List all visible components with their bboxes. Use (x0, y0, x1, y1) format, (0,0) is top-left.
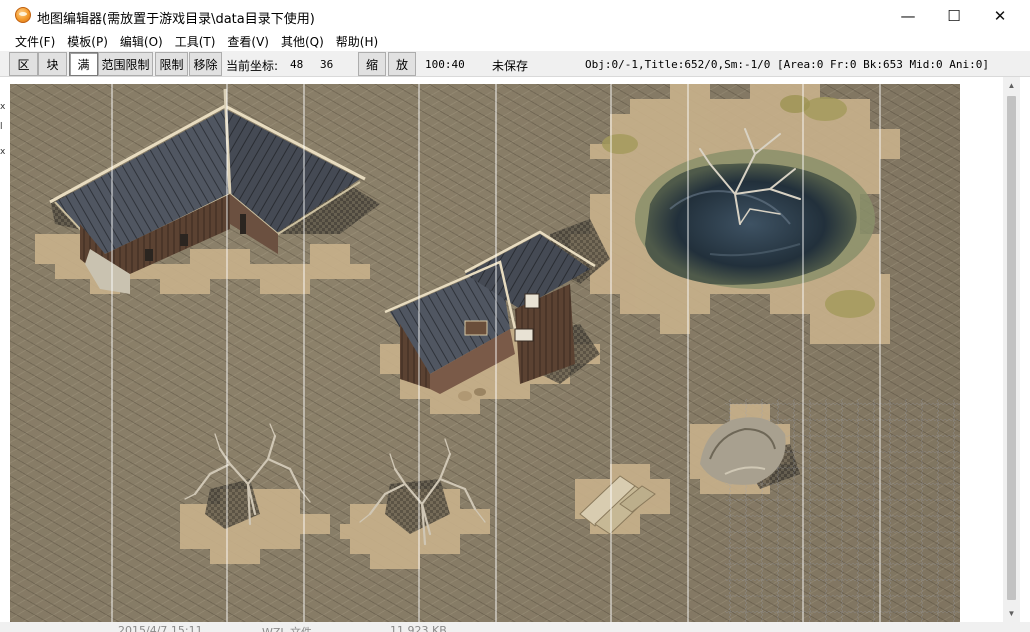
toolbar: 区 块 满 范围限制 限制 移除 当前坐标: 48 36 缩 放 100:40 … (0, 51, 1030, 77)
file-date: 2015/4/7 15:11 (118, 624, 203, 632)
minimize-button[interactable]: — (885, 0, 931, 31)
menu-edit[interactable]: 编辑(O) (114, 31, 169, 51)
coordinate-x: 48 (290, 58, 304, 71)
map-editor-app-icon (15, 7, 31, 23)
maximize-button[interactable]: ☐ (931, 0, 977, 31)
menu-file[interactable]: 文件(F) (9, 31, 61, 51)
scroll-up-arrow-icon[interactable]: ▲ (1003, 77, 1020, 94)
close-button[interactable]: ✕ (977, 0, 1023, 31)
full-button[interactable]: 满 (69, 52, 98, 76)
edge-glyph: x (0, 147, 6, 157)
edge-glyph: l (0, 122, 3, 132)
area-button[interactable]: 区 (9, 52, 38, 76)
file-size: 11,923 KB (390, 624, 447, 632)
range-limit-button[interactable]: 范围限制 (98, 52, 153, 76)
menu-help[interactable]: 帮助(H) (330, 31, 384, 51)
menu-other[interactable]: 其他(Q) (275, 31, 330, 51)
menu-bar: 文件(F) 模板(P) 编辑(O) 工具(T) 查看(V) 其他(Q) 帮助(H… (0, 31, 1030, 51)
map-size-readout: 100:40 (425, 58, 465, 71)
object-info: Obj:0/-1,Title:652/0,Sm:-1/0 [Area:0 Fr:… (585, 58, 989, 71)
vertical-scrollbar[interactable]: ▲ ▼ (1003, 77, 1020, 622)
block-button[interactable]: 块 (38, 52, 67, 76)
map-scene (35, 84, 960, 622)
menu-view[interactable]: 查看(V) (221, 31, 275, 51)
zoom-in-button[interactable]: 放 (388, 52, 416, 76)
coordinate-label: 当前坐标: (226, 59, 279, 73)
window-title: 地图编辑器(需放置于游戏目录\data目录下使用) (37, 12, 315, 27)
menu-template[interactable]: 模板(P) (61, 31, 114, 51)
title-bar: 地图编辑器(需放置于游戏目录\data目录下使用) — ☐ ✕ (0, 0, 1030, 31)
menu-tools[interactable]: 工具(T) (169, 31, 222, 51)
limit-button[interactable]: 限制 (155, 52, 188, 76)
file-type: WZL 文件 (262, 624, 312, 632)
remove-button[interactable]: 移除 (189, 52, 222, 76)
scroll-down-arrow-icon[interactable]: ▼ (1003, 605, 1020, 622)
background-window-peek: 2015/4/7 15:11 WZL 文件 11,923 KB (0, 622, 1030, 632)
map-right-margin (960, 77, 1003, 622)
edge-glyph: x (0, 102, 6, 112)
scrollbar-thumb[interactable] (1007, 96, 1016, 600)
coordinate-y: 36 (320, 58, 334, 71)
zoom-out-button[interactable]: 缩 (358, 52, 386, 76)
map-canvas[interactable] (10, 84, 960, 622)
save-state: 未保存 (492, 59, 529, 73)
left-edge: x l x (0, 77, 10, 622)
